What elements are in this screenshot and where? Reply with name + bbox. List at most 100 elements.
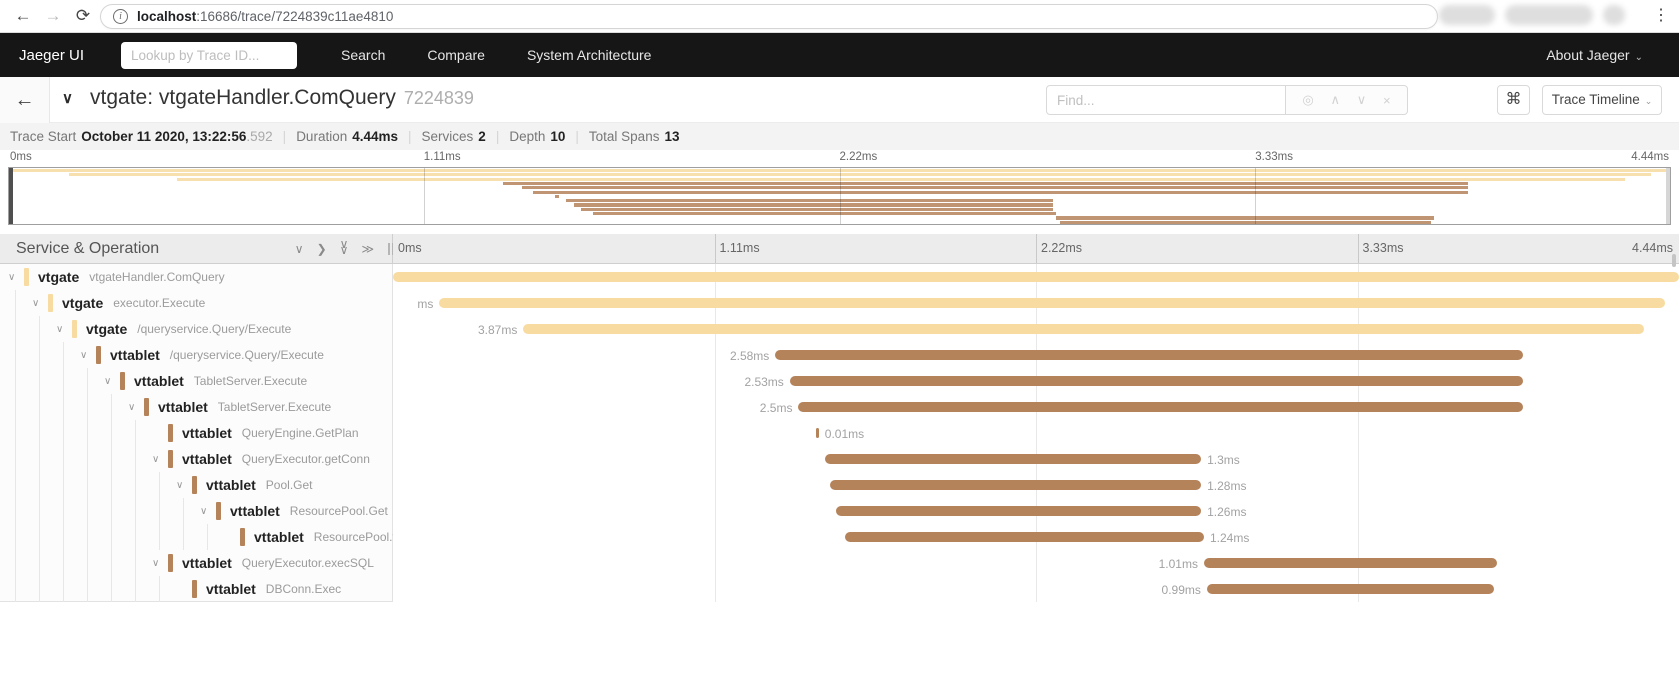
expand-one-icon[interactable]: ❯	[317, 242, 327, 256]
trace-view-selector[interactable]: Trace Timeline⌄	[1542, 85, 1662, 115]
tree-indent-guide	[159, 498, 160, 524]
tree-chevron-down-icon[interactable]: ∨	[104, 376, 120, 387]
operation-name: /queryservice.Query/Execute	[170, 348, 324, 362]
back-to-search-button[interactable]: ←	[0, 77, 50, 123]
span-tree-cell[interactable]: ∨vttabletResourcePool.Get	[0, 498, 393, 524]
span-duration-bar[interactable]	[1204, 558, 1497, 568]
tree-indent-guide	[39, 576, 40, 602]
span-row[interactable]: ∨vtgate/queryservice.Query/Execute3.87ms	[0, 316, 1679, 342]
span-timeline-cell[interactable]: 1.01ms	[393, 550, 1679, 576]
span-duration-bar[interactable]	[393, 272, 1679, 282]
column-resizer-handle[interactable]	[388, 243, 397, 255]
trace-id-lookup-input[interactable]	[121, 42, 297, 69]
service-color-bar	[192, 580, 197, 598]
span-timeline-cell[interactable]: 3.87ms	[393, 316, 1679, 342]
span-duration-bar[interactable]	[790, 376, 1523, 386]
span-row[interactable]: ∨vtgateexecutor.Executems	[0, 290, 1679, 316]
tree-chevron-down-icon[interactable]: ∨	[176, 480, 192, 491]
trace-minimap[interactable]	[8, 167, 1671, 225]
span-row[interactable]: ∨vttablet/queryservice.Query/Execute2.58…	[0, 342, 1679, 368]
focus-match-icon[interactable]: ◎	[1302, 92, 1313, 108]
span-tree-cell[interactable]: ∨vttabletTabletServer.Execute	[0, 394, 393, 420]
span-row[interactable]: ∨vttabletQueryExecutor.execSQL1.01ms	[0, 550, 1679, 576]
span-timeline-cell[interactable]: 2.58ms	[393, 342, 1679, 368]
jaeger-ui-brand[interactable]: Jaeger UI	[19, 47, 107, 64]
collapse-all-icon[interactable]: ∨∨	[340, 242, 349, 256]
tree-chevron-down-icon[interactable]: ∨	[8, 272, 24, 283]
span-timeline-cell[interactable]: ms	[393, 290, 1679, 316]
site-info-icon[interactable]: i	[113, 9, 128, 24]
address-bar[interactable]: i localhost:16686/trace/7224839c11ae4810	[100, 4, 1438, 29]
browser-forward-icon[interactable]: →	[38, 6, 68, 26]
minimap-left-scrubber-handle[interactable]	[9, 168, 13, 224]
span-row[interactable]: ∨vttabletQueryExecutor.getConn1.3ms	[0, 446, 1679, 472]
span-row[interactable]: vttabletResourcePool.factory1.24ms	[0, 524, 1679, 550]
tree-chevron-down-icon[interactable]: ∨	[128, 402, 144, 413]
browser-back-icon[interactable]: ←	[8, 6, 38, 26]
span-tree-cell[interactable]: ∨vtgateexecutor.Execute	[0, 290, 393, 316]
span-tree-cell[interactable]: ∨vttabletTabletServer.Execute	[0, 368, 393, 394]
collapse-header-chevron-icon[interactable]: ∨	[62, 89, 73, 107]
span-tree-cell[interactable]: vttabletResourcePool.factory	[0, 524, 393, 550]
tree-chevron-down-icon[interactable]: ∨	[32, 298, 48, 309]
nav-item-compare[interactable]: Compare	[427, 47, 485, 63]
nav-item-search[interactable]: Search	[341, 47, 385, 63]
browser-menu-icon[interactable]: ⋮	[1653, 5, 1669, 25]
span-duration-bar[interactable]	[825, 454, 1202, 464]
span-tree-cell[interactable]: ∨vtgatevtgateHandler.ComQuery	[0, 264, 393, 290]
tick-label: 2.22ms	[1036, 241, 1082, 255]
span-tree-cell[interactable]: ∨vtgate/queryservice.Query/Execute	[0, 316, 393, 342]
prev-match-icon[interactable]: ∧	[1330, 92, 1340, 108]
span-tree-cell[interactable]: ∨vttabletQueryExecutor.execSQL	[0, 550, 393, 576]
find-input[interactable]	[1046, 85, 1286, 115]
span-timeline-cell[interactable]: 2.53ms	[393, 368, 1679, 394]
minimap-span-bar	[533, 191, 1468, 194]
scrollbar-thumb[interactable]	[1672, 254, 1676, 267]
span-timeline-cell[interactable]: 2.5ms	[393, 394, 1679, 420]
span-tree-cell[interactable]: vttabletQueryEngine.GetPlan	[0, 420, 393, 446]
expand-all-icon[interactable]: ≫	[361, 242, 374, 256]
operation-name: ResourcePool.factory	[314, 530, 393, 544]
span-row[interactable]: ∨vttabletResourcePool.Get1.26ms	[0, 498, 1679, 524]
span-timeline-cell[interactable]: 0.01ms	[393, 420, 1679, 446]
collapse-one-icon[interactable]: ∨	[295, 242, 304, 256]
span-row[interactable]: ∨vttabletPool.Get1.28ms	[0, 472, 1679, 498]
tree-chevron-down-icon[interactable]: ∨	[80, 350, 96, 361]
span-duration-bar[interactable]	[1207, 584, 1494, 594]
span-row[interactable]: vttabletDBConn.Exec0.99ms	[0, 576, 1679, 602]
nav-item-system-architecture[interactable]: System Architecture	[527, 47, 652, 63]
tree-chevron-down-icon[interactable]: ∨	[152, 454, 168, 465]
span-duration-bar[interactable]	[836, 506, 1201, 516]
span-timeline-cell[interactable]: 1.3ms	[393, 446, 1679, 472]
span-timeline-cell[interactable]: 1.26ms	[393, 498, 1679, 524]
span-duration-bar[interactable]	[830, 480, 1201, 490]
span-timeline-cell[interactable]: 0.99ms	[393, 576, 1679, 602]
tree-chevron-down-icon[interactable]: ∨	[152, 558, 168, 569]
span-duration-bar[interactable]	[798, 402, 1522, 412]
span-row[interactable]: ∨vtgatevtgateHandler.ComQuery	[0, 264, 1679, 290]
tree-chevron-down-icon[interactable]: ∨	[200, 506, 216, 517]
minimap-right-scrubber-handle[interactable]	[1666, 168, 1670, 224]
span-duration-bar[interactable]	[845, 532, 1204, 542]
span-duration-bar[interactable]	[523, 324, 1644, 334]
span-tree-cell[interactable]: ∨vttabletPool.Get	[0, 472, 393, 498]
clear-search-icon[interactable]: ×	[1383, 93, 1391, 108]
span-timeline-cell[interactable]: 1.28ms	[393, 472, 1679, 498]
tree-chevron-down-icon[interactable]: ∨	[56, 324, 72, 335]
span-tree-cell[interactable]: vttabletDBConn.Exec	[0, 576, 393, 602]
span-tree-cell[interactable]: ∨vttablet/queryservice.Query/Execute	[0, 342, 393, 368]
keyboard-shortcuts-button[interactable]: ⌘	[1497, 85, 1530, 115]
span-row[interactable]: vttabletQueryEngine.GetPlan0.01ms	[0, 420, 1679, 446]
about-jaeger-menu[interactable]: About Jaeger⌄	[1546, 47, 1643, 63]
span-duration-bar[interactable]	[816, 428, 819, 438]
span-row[interactable]: ∨vttabletTabletServer.Execute2.53ms	[0, 368, 1679, 394]
span-timeline-cell[interactable]	[393, 264, 1679, 290]
span-row[interactable]: ∨vttabletTabletServer.Execute2.5ms	[0, 394, 1679, 420]
span-tree-cell[interactable]: ∨vttabletQueryExecutor.getConn	[0, 446, 393, 472]
browser-reload-icon[interactable]: ⟳	[68, 6, 98, 26]
span-duration-bar[interactable]	[775, 350, 1522, 360]
next-match-icon[interactable]: ∨	[1357, 92, 1367, 108]
tree-indent-guide	[15, 342, 16, 368]
span-timeline-cell[interactable]: 1.24ms	[393, 524, 1679, 550]
span-duration-bar[interactable]	[439, 298, 1664, 308]
